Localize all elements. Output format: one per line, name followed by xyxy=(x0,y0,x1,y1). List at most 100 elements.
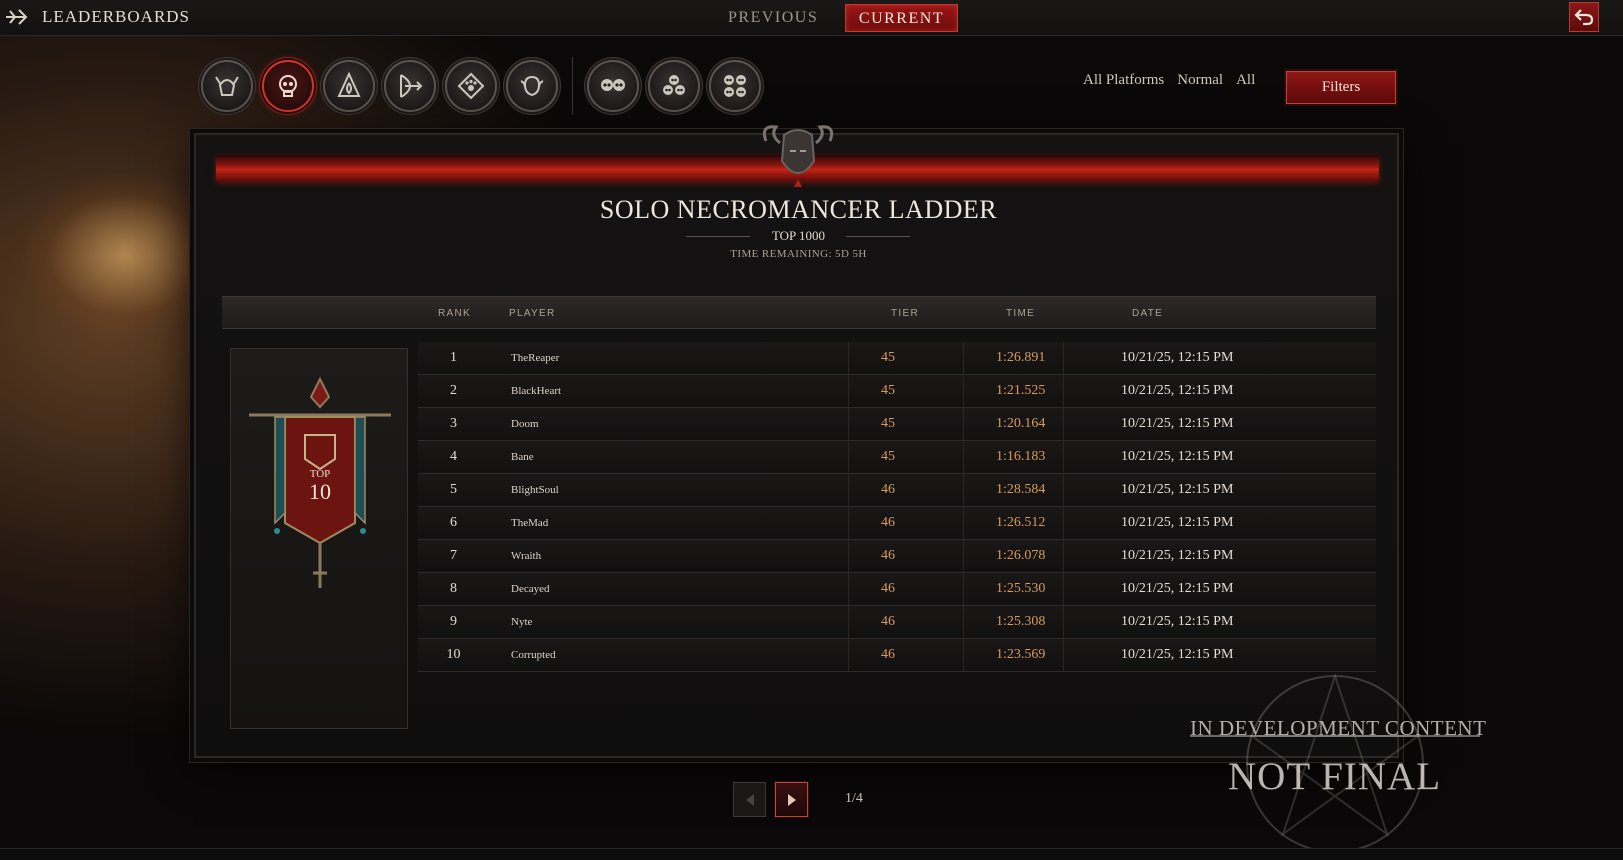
filter-scope: All xyxy=(1236,72,1256,88)
bottom-strip xyxy=(0,848,1623,860)
date-cell: 10/21/25, 12:15 PM xyxy=(1121,482,1234,497)
tab-current[interactable]: CURRENT xyxy=(845,4,958,32)
time-cell: 1:26.891 xyxy=(996,350,1046,365)
player-cell: TheMad xyxy=(511,517,549,529)
watermark-line2: NOT FINAL xyxy=(1228,755,1442,798)
date-cell: 10/21/25, 12:15 PM xyxy=(1121,647,1234,662)
druid-paw-icon[interactable] xyxy=(445,60,497,112)
player-cell: BlackHeart xyxy=(511,385,562,397)
player-cell: Corrupted xyxy=(511,649,556,661)
table-row[interactable]: 6 TheMad 46 1:26.512 10/21/25, 12:15 PM xyxy=(418,507,1376,540)
time-cell: 1:26.512 xyxy=(996,515,1046,530)
return-arrow-icon xyxy=(1574,9,1594,26)
top10-banner-panel: TOP 10 xyxy=(230,348,408,729)
table-row[interactable]: 10 Corrupted 46 1:23.569 10/21/25, 12:15 PM xyxy=(418,639,1376,672)
table-row[interactable]: 7 Wraith 46 1:26.078 10/21/25, 12:15 PM xyxy=(418,540,1376,573)
rank-cell: 1 xyxy=(450,350,457,365)
time-cell: 1:26.078 xyxy=(996,548,1046,563)
player-cell: BlightSoul xyxy=(511,484,559,496)
tier-cell: 45 xyxy=(881,350,895,365)
demon-crest-icon xyxy=(762,125,834,187)
table-header: RANK PLAYER TIER TIME DATE xyxy=(222,296,1376,329)
rank-cell: 5 xyxy=(450,482,457,497)
watermark-line1: IN DEVELOPMENT CONTENT xyxy=(1190,716,1487,740)
exit-button[interactable] xyxy=(1569,2,1599,32)
filters-button[interactable]: Filters xyxy=(1286,71,1396,104)
necromancer-skull-icon[interactable] xyxy=(262,60,314,112)
icon-divider xyxy=(572,57,573,115)
top-bar: LEADERBOARDS PREVIOUS CURRENT xyxy=(0,0,1623,36)
column-player: PLAYER xyxy=(509,308,556,319)
date-cell: 10/21/25, 12:15 PM xyxy=(1121,614,1234,629)
tier-cell: 45 xyxy=(881,416,895,431)
leaderboard-rows: 1 TheReaper 45 1:26.891 10/21/25, 12:15 PM 2… xyxy=(418,342,1376,672)
time-cell: 1:21.525 xyxy=(996,383,1046,398)
tier-cell: 46 xyxy=(881,548,895,563)
ladder-title: SOLO NECROMANCER LADDER xyxy=(599,195,998,224)
table-row[interactable]: 3 Doom 45 1:20.164 10/21/25, 12:15 PM xyxy=(418,408,1376,441)
ladder-panel: SOLO NECROMANCER LADDER TOP 1000 TIME RE… xyxy=(194,125,1399,758)
table-row[interactable]: 2 BlackHeart 45 1:21.525 10/21/25, 12:15 PM xyxy=(418,375,1376,408)
top10-number: 10 xyxy=(309,479,331,504)
party-duo-skull-icon[interactable] xyxy=(587,60,639,112)
next-page-button[interactable] xyxy=(775,782,808,817)
active-filters: All Platforms Normal All xyxy=(1083,72,1255,89)
filter-mode: Normal xyxy=(1177,72,1224,88)
leaderboard-arrow-icon xyxy=(6,9,28,25)
table-row[interactable]: 8 Decayed 46 1:25.530 10/21/25, 12:15 PM xyxy=(418,573,1376,606)
party-trio-skull-icon[interactable] xyxy=(648,60,700,112)
tier-cell: 46 xyxy=(881,647,895,662)
table-row[interactable]: 9 Nyte 46 1:25.308 10/21/25, 12:15 PM xyxy=(418,606,1376,639)
header-title-group: LEADERBOARDS xyxy=(4,6,190,28)
rank-cell: 2 xyxy=(450,383,457,398)
table-row[interactable]: 1 TheReaper 45 1:26.891 10/21/25, 12:15 PM xyxy=(418,342,1376,375)
tier-cell: 45 xyxy=(881,449,895,464)
column-tier: TIER xyxy=(891,308,919,319)
rogue-bow-icon[interactable] xyxy=(384,60,436,112)
filter-platform: All Platforms xyxy=(1083,72,1165,88)
table-row[interactable]: 4 Bane 45 1:16.183 10/21/25, 12:15 PM xyxy=(418,441,1376,474)
date-cell: 10/21/25, 12:15 PM xyxy=(1121,548,1234,563)
column-date: DATE xyxy=(1132,308,1164,319)
time-cell: 1:16.183 xyxy=(996,449,1046,464)
barbarian-helm-icon[interactable] xyxy=(201,60,253,112)
column-rank: RANK xyxy=(438,308,471,319)
subtitle-divider-right xyxy=(846,236,910,237)
class-selector xyxy=(201,57,761,115)
date-cell: 10/21/25, 12:15 PM xyxy=(1121,515,1234,530)
time-cell: 1:28.584 xyxy=(996,482,1046,497)
tier-cell: 46 xyxy=(881,614,895,629)
date-cell: 10/21/25, 12:15 PM xyxy=(1121,383,1234,398)
time-cell: 1:25.308 xyxy=(996,614,1046,629)
date-cell: 10/21/25, 12:15 PM xyxy=(1121,581,1234,596)
player-cell: Bane xyxy=(511,451,534,463)
time-cell: 1:25.530 xyxy=(996,581,1046,596)
table-row[interactable]: 5 BlightSoul 46 1:28.584 10/21/25, 12:15 PM xyxy=(418,474,1376,507)
tab-previous[interactable]: PREVIOUS xyxy=(716,4,830,32)
ladder-subtitle: TOP 1000 xyxy=(771,228,826,243)
date-cell: 10/21/25, 12:15 PM xyxy=(1121,449,1234,464)
player-cell: Doom xyxy=(511,418,539,430)
rank-cell: 7 xyxy=(450,548,457,563)
tier-cell: 46 xyxy=(881,581,895,596)
rank-cell: 4 xyxy=(450,449,457,464)
rank-cell: 6 xyxy=(450,515,457,530)
player-cell: Nyte xyxy=(511,616,533,628)
column-time: TIME xyxy=(1006,308,1036,319)
tier-cell: 46 xyxy=(881,482,895,497)
player-cell: Wraith xyxy=(511,550,542,562)
page-title: LEADERBOARDS xyxy=(42,7,191,26)
tier-cell: 46 xyxy=(881,515,895,530)
sorcerer-flame-icon[interactable] xyxy=(323,60,375,112)
chevron-right-icon xyxy=(787,793,796,806)
rank-cell: 10 xyxy=(446,647,461,662)
time-cell: 1:20.164 xyxy=(996,416,1046,431)
player-cell: TheReaper xyxy=(511,352,560,364)
rank-cell: 9 xyxy=(450,614,457,629)
party-quad-skull-icon[interactable] xyxy=(709,60,761,112)
page-indicator: 1/4 xyxy=(845,791,863,806)
chevron-left-icon xyxy=(745,793,754,806)
rank-cell: 3 xyxy=(450,416,457,431)
spiritborn-beast-icon[interactable] xyxy=(506,60,558,112)
prev-page-button[interactable] xyxy=(733,782,766,817)
